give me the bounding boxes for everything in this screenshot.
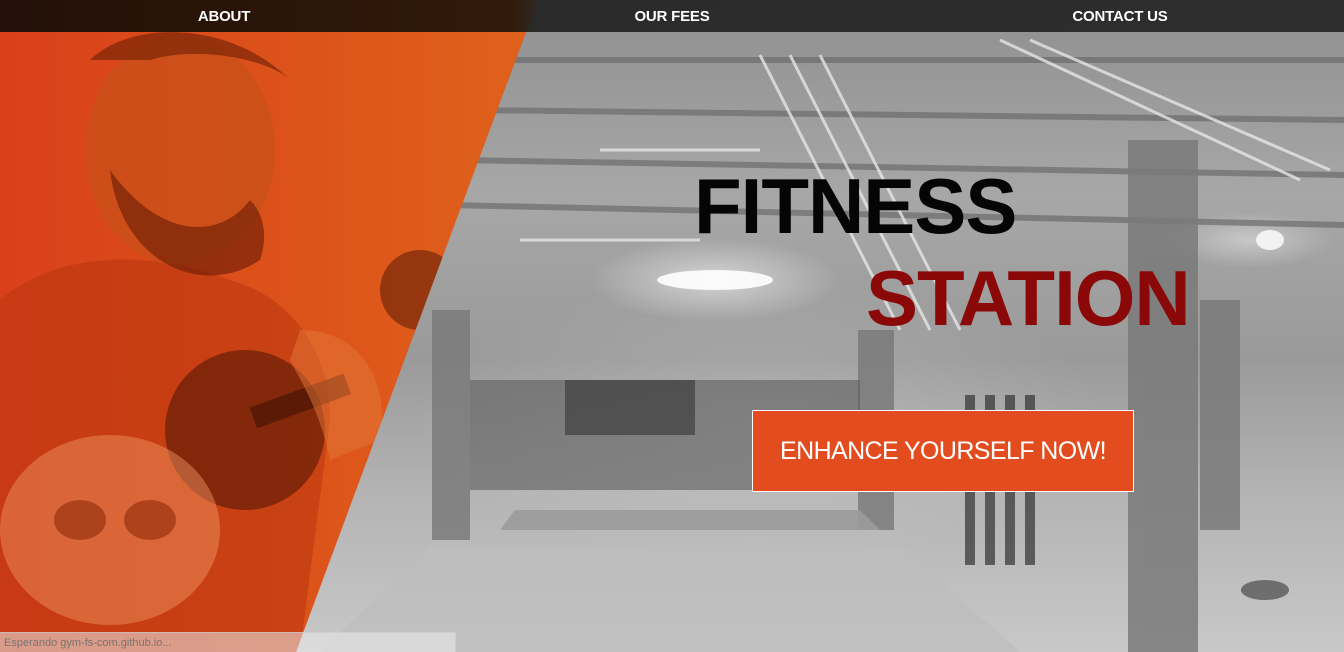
hero-title-fitness: FITNESS xyxy=(694,162,1017,250)
nav-link-about[interactable]: ABOUT xyxy=(0,0,448,32)
hero-title-station: STATION xyxy=(866,254,1191,342)
browser-status-bar: Esperando gym-fs-com.github.io... xyxy=(0,632,456,652)
page: ABOUT OUR FEES CONTACT US FITNESS STATIO… xyxy=(0,0,1344,652)
nav-link-our-fees[interactable]: OUR FEES xyxy=(448,0,896,32)
enhance-yourself-button[interactable]: ENHANCE YOURSELF NOW! xyxy=(752,410,1134,492)
top-navigation: ABOUT OUR FEES CONTACT US xyxy=(0,0,1344,32)
nav-link-contact-us[interactable]: CONTACT US xyxy=(896,0,1344,32)
